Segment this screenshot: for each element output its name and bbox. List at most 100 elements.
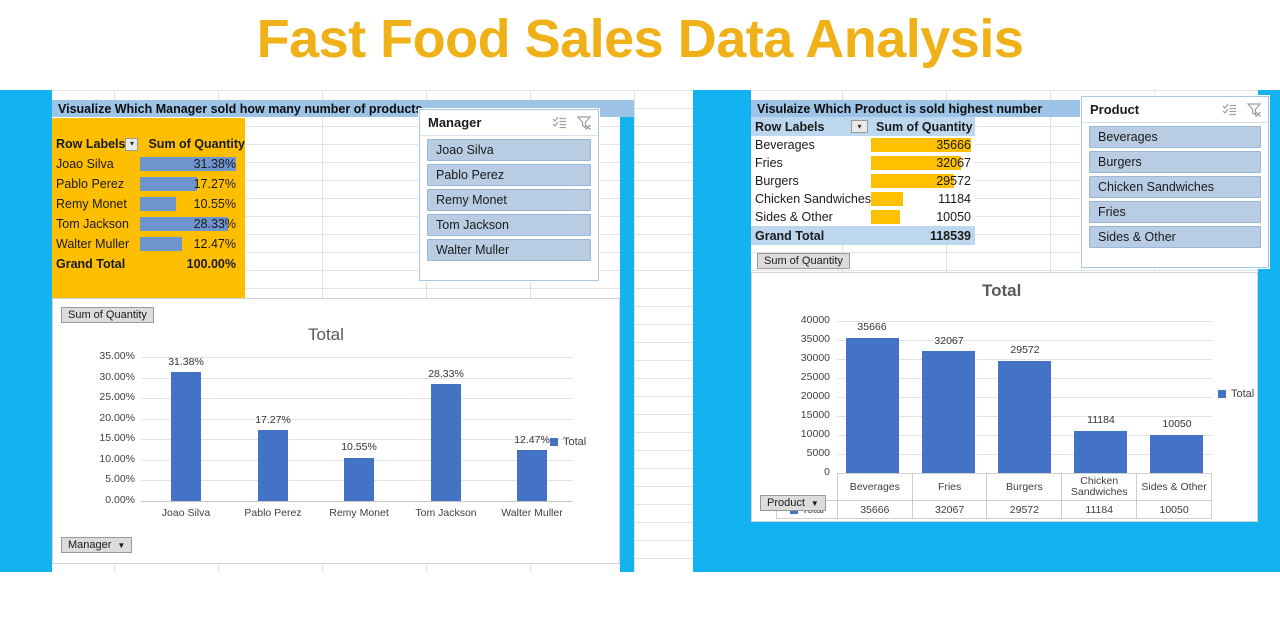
product-slicer-header: Product [1082,97,1268,123]
chart-legend: Total [1218,388,1254,400]
slicer-item-pablo-perez[interactable]: Pablo Perez [427,164,591,186]
pivot-row-value-cell: 12.47% [140,235,240,253]
manager-pivot-table: Row Labels ▾ Sum of Quantity Joao Silva … [52,118,245,298]
slicer-item-fries[interactable]: Fries [1089,201,1261,223]
slicer-item-label: Chicken Sandwiches [1098,180,1215,194]
bar-beverages[interactable] [846,337,899,473]
data-table-category: Sides & Other [1136,472,1212,502]
clear-filter-icon[interactable] [1247,102,1262,117]
grand-total-value-cell: 118539 [871,227,975,245]
pivot-row-value-cell: 35666 [871,136,975,154]
pivot-row-value-cell: 10.55% [140,195,240,213]
product-pivot-table: Row Labels ▾ Sum of Quantity Beverages 3… [751,117,975,245]
row-labels-filter-button[interactable]: ▾ [125,137,139,151]
bar-sides-other[interactable] [1150,434,1203,473]
y-tick-label: 20000 [800,390,830,402]
data-bar [140,197,176,211]
pivot-row-label: Burgers [755,174,799,188]
manager-slicer[interactable]: Manager Joao Silva Pablo Perez Remy Mone… [419,109,599,281]
data-label: 32067 [934,335,964,347]
grand-total-row: Grand Total 118539 [751,226,975,245]
slicer-item-sides-other[interactable]: Sides & Other [1089,226,1261,248]
multi-select-icon[interactable] [1222,103,1237,116]
table-row: Walter Muller 12.47% [52,234,245,254]
data-label: 29572 [1010,344,1040,356]
data-table-category: Fries [911,472,988,502]
product-slicer-title: Product [1090,102,1140,117]
pivot-row-value: 10050 [936,210,971,224]
pivot-row-value-cell: 11184 [871,190,975,208]
row-labels-sort-filter-button[interactable]: ▾ [851,120,868,133]
y-tick-label: 25.00% [99,391,135,404]
slicer-item-beverages[interactable]: Beverages [1089,126,1261,148]
chart-axis-button-label: Product [767,497,805,509]
cyan-strip-right-gap [693,90,751,572]
slicer-item-remy-monet[interactable]: Remy Monet [427,189,591,211]
table-row: Pablo Perez 17.27% [52,174,245,194]
slicer-item-label: Remy Monet [436,193,507,207]
y-tick-label: 25000 [800,371,830,383]
slicer-item-label: Beverages [1098,130,1158,144]
slicer-item-label: Walter Muller [436,243,510,257]
product-chart[interactable]: Total 40000 35000 30000 25000 20000 1500… [751,272,1258,522]
y-tick-label: 35.00% [99,350,135,362]
slicer-item-label: Sides & Other [1098,230,1176,244]
grand-total-label: Grand Total [56,257,126,271]
table-row: Beverages 35666 [751,136,975,154]
y-tick-label: 30000 [800,352,830,364]
slicer-item-tom-jackson[interactable]: Tom Jackson [427,214,591,236]
pivot-row-value: 10.55% [193,197,236,211]
x-tick-label: Remy Monet [329,507,389,519]
pivot-col-sum-quantity: Sum of Quantity [876,119,973,134]
chart-axis-button-manager[interactable]: Manager ▼ [61,537,133,553]
clear-filter-icon[interactable] [577,115,592,130]
slicer-item-joao-silva[interactable]: Joao Silva [427,139,591,161]
slicer-item-walter-muller[interactable]: Walter Muller [427,239,591,261]
manager-slicer-title: Manager [428,115,482,130]
bar-remy-monet[interactable] [344,457,374,501]
chevron-down-icon: ▼ [117,540,126,550]
product-slicer-icons [1222,102,1262,117]
slicer-item-burgers[interactable]: Burgers [1089,151,1261,173]
legend-label: Total [1231,388,1255,400]
chevron-down-icon: ▼ [810,498,819,508]
bar-pablo-perez[interactable] [258,429,288,501]
bar-joao-silva[interactable] [171,371,201,501]
data-table-value: 11184 [1061,500,1138,520]
manager-slicer-header: Manager [420,110,598,136]
legend-color-swatch [550,438,558,446]
table-row: Tom Jackson 28.33% [52,214,245,234]
bar-fries[interactable] [922,351,975,473]
pivot-header-row: Row Labels ▾ Sum of Quantity [52,134,245,154]
bar-walter-muller[interactable] [517,449,547,501]
x-tick-label: Tom Jackson [415,507,477,519]
pivot-row-value: 28.33% [193,217,236,231]
manager-chart[interactable]: Sum of Quantity Total 35.00% 30.00% 25.0… [52,298,620,564]
y-tick-label: 15000 [800,409,830,421]
bar-tom-jackson[interactable] [431,384,461,501]
chart-axis-button-product[interactable]: Product ▼ [760,495,826,511]
data-table-category-row: Beverages Fries Burgers Chicken Sandwich… [777,472,1212,502]
x-tick-label: Walter Muller [501,507,563,519]
product-chart-field-button-sum-of-quantity[interactable]: Sum of Quantity [757,253,850,269]
data-bar [871,192,904,206]
cyan-strip-middle [620,104,634,572]
pivot-row-label: Walter Muller [56,237,130,251]
pivot-row-value: 17.27% [193,177,236,191]
grand-total-value-cell: 100.00% [140,255,240,273]
product-slicer[interactable]: Product Beverages Burgers Chicken Sandwi… [1081,96,1269,268]
data-bar [140,177,197,191]
manager-slicer-icons [552,115,592,130]
table-row: Fries 32067 [751,154,975,172]
bar-burgers[interactable] [998,360,1051,473]
chart-axis-button-label: Manager [68,539,112,551]
left-banner-text: Visualize Which Manager sold how many nu… [58,101,423,116]
multi-select-icon[interactable] [552,116,567,129]
legend-color-swatch [1218,390,1226,398]
pivot-row-value: 12.47% [193,237,236,251]
pivot-row-value-cell: 29572 [871,172,975,190]
pivot-row-value-cell: 28.33% [140,215,240,233]
chart-field-button-sum-of-quantity[interactable]: Sum of Quantity [61,307,154,323]
slicer-item-chicken-sandwiches[interactable]: Chicken Sandwiches [1089,176,1261,198]
bar-chicken-sandwiches[interactable] [1074,430,1127,473]
